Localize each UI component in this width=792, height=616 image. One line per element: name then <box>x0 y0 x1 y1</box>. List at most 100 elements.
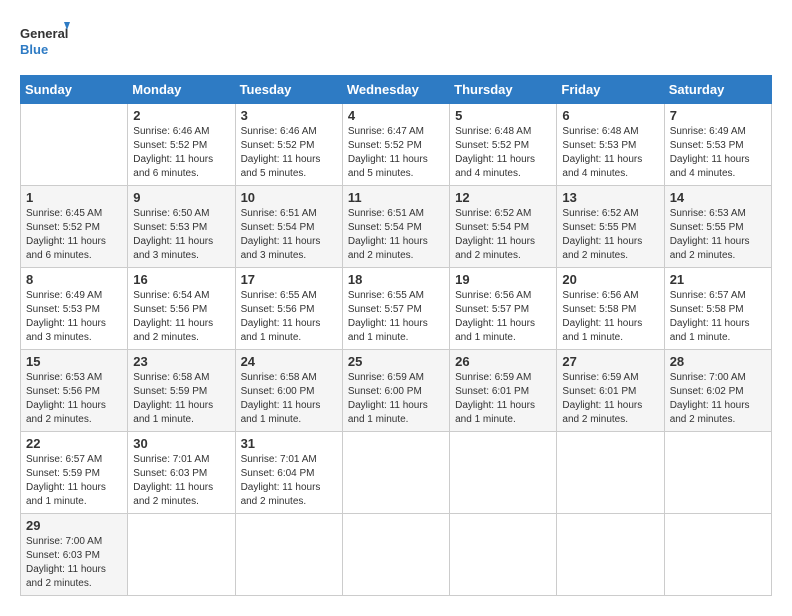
day-number: 3 <box>241 108 337 123</box>
calendar-day-cell: 7 Sunrise: 6:49 AMSunset: 5:53 PMDaylight… <box>664 104 771 186</box>
calendar-week-row: 15Sunrise: 6:53 AMSunset: 5:56 PMDayligh… <box>21 350 772 432</box>
calendar-day-cell: 24 Sunrise: 6:58 AMSunset: 6:00 PMDayligh… <box>235 350 342 432</box>
day-of-week-header: Tuesday <box>235 76 342 104</box>
day-number: 14 <box>670 190 766 205</box>
calendar-day-cell: 2 Sunrise: 6:46 AMSunset: 5:52 PMDaylight… <box>128 104 235 186</box>
calendar-day-cell: 30 Sunrise: 7:01 AMSunset: 6:03 PMDayligh… <box>128 432 235 514</box>
day-number: 20 <box>562 272 658 287</box>
calendar-day-cell: 22 Sunrise: 6:57 AMSunset: 5:59 PMDayligh… <box>21 432 128 514</box>
calendar-day-cell <box>557 514 664 596</box>
calendar-day-cell <box>664 432 771 514</box>
day-info: Sunrise: 7:00 AMSunset: 6:02 PMDaylight:… <box>670 371 766 427</box>
day-info: Sunrise: 6:49 AMSunset: 5:53 PMDaylight:… <box>670 125 766 181</box>
calendar-day-cell: 29 Sunrise: 7:00 AMSunset: 6:03 PMDayligh… <box>21 514 128 596</box>
calendar-day-cell: 27 Sunrise: 6:59 AMSunset: 6:01 PMDayligh… <box>557 350 664 432</box>
calendar-day-cell: 21Sunrise: 6:57 AMSunset: 5:58 PMDayligh… <box>664 268 771 350</box>
calendar-week-row: 29 Sunrise: 7:00 AMSunset: 6:03 PMDayligh… <box>21 514 772 596</box>
calendar-day-cell: 26 Sunrise: 6:59 AMSunset: 6:01 PMDayligh… <box>450 350 557 432</box>
calendar-day-cell: 9Sunrise: 6:50 AMSunset: 5:53 PMDaylight… <box>128 186 235 268</box>
calendar-day-cell <box>128 514 235 596</box>
calendar-day-cell: 12 Sunrise: 6:52 AMSunset: 5:54 PMDayligh… <box>450 186 557 268</box>
day-number: 15 <box>26 354 122 369</box>
day-number: 13 <box>562 190 658 205</box>
day-number: 6 <box>562 108 658 123</box>
day-number: 26 <box>455 354 551 369</box>
calendar-day-cell: 8 Sunrise: 6:49 AMSunset: 5:53 PMDaylight… <box>21 268 128 350</box>
calendar-day-cell: 31Sunrise: 7:01 AMSunset: 6:04 PMDayligh… <box>235 432 342 514</box>
logo-svg: General Blue <box>20 20 70 65</box>
calendar-day-cell: 25 Sunrise: 6:59 AMSunset: 6:00 PMDayligh… <box>342 350 449 432</box>
day-info: Sunrise: 6:48 AMSunset: 5:52 PMDaylight:… <box>455 125 551 181</box>
day-info: Sunrise: 6:57 AMSunset: 5:59 PMDaylight:… <box>26 453 122 509</box>
day-info: Sunrise: 6:58 AMSunset: 5:59 PMDaylight:… <box>133 371 229 427</box>
day-number: 24 <box>241 354 337 369</box>
day-number: 23 <box>133 354 229 369</box>
day-number: 11 <box>348 190 444 205</box>
day-info: Sunrise: 6:52 AMSunset: 5:54 PMDaylight:… <box>455 207 551 263</box>
day-info: Sunrise: 6:52 AMSunset: 5:55 PMDaylight:… <box>562 207 658 263</box>
day-info: Sunrise: 7:01 AMSunset: 6:04 PMDaylight:… <box>241 453 337 509</box>
day-info: Sunrise: 7:00 AMSunset: 6:03 PMDaylight:… <box>26 535 122 591</box>
calendar-day-cell: 4Sunrise: 6:47 AMSunset: 5:52 PMDaylight… <box>342 104 449 186</box>
day-of-week-header: Saturday <box>664 76 771 104</box>
svg-text:General: General <box>20 26 68 41</box>
calendar-day-cell: 1Sunrise: 6:45 AMSunset: 5:52 PMDaylight… <box>21 186 128 268</box>
day-info: Sunrise: 6:47 AMSunset: 5:52 PMDaylight:… <box>348 125 444 181</box>
day-number: 19 <box>455 272 551 287</box>
day-info: Sunrise: 6:51 AMSunset: 5:54 PMDaylight:… <box>348 207 444 263</box>
logo: General Blue <box>20 20 70 65</box>
calendar-week-row: 2 Sunrise: 6:46 AMSunset: 5:52 PMDaylight… <box>21 104 772 186</box>
day-info: Sunrise: 6:59 AMSunset: 6:01 PMDaylight:… <box>455 371 551 427</box>
day-info: Sunrise: 6:56 AMSunset: 5:58 PMDaylight:… <box>562 289 658 345</box>
day-number: 18 <box>348 272 444 287</box>
calendar-week-row: 1Sunrise: 6:45 AMSunset: 5:52 PMDaylight… <box>21 186 772 268</box>
calendar-day-cell: 15Sunrise: 6:53 AMSunset: 5:56 PMDayligh… <box>21 350 128 432</box>
calendar-day-cell <box>450 514 557 596</box>
calendar-week-row: 8 Sunrise: 6:49 AMSunset: 5:53 PMDaylight… <box>21 268 772 350</box>
day-info: Sunrise: 6:58 AMSunset: 6:00 PMDaylight:… <box>241 371 337 427</box>
page-header: General Blue <box>20 20 772 65</box>
calendar-day-cell <box>235 514 342 596</box>
day-of-week-header: Sunday <box>21 76 128 104</box>
day-number: 27 <box>562 354 658 369</box>
calendar-day-cell: 6 Sunrise: 6:48 AMSunset: 5:53 PMDaylight… <box>557 104 664 186</box>
calendar-day-cell: 5 Sunrise: 6:48 AMSunset: 5:52 PMDaylight… <box>450 104 557 186</box>
day-number: 10 <box>241 190 337 205</box>
day-info: Sunrise: 6:46 AMSunset: 5:52 PMDaylight:… <box>241 125 337 181</box>
day-number: 28 <box>670 354 766 369</box>
day-number: 29 <box>26 518 122 533</box>
day-info: Sunrise: 6:59 AMSunset: 6:00 PMDaylight:… <box>348 371 444 427</box>
day-number: 22 <box>26 436 122 451</box>
day-info: Sunrise: 6:55 AMSunset: 5:57 PMDaylight:… <box>348 289 444 345</box>
day-number: 16 <box>133 272 229 287</box>
day-number: 30 <box>133 436 229 451</box>
calendar-day-cell: 3 Sunrise: 6:46 AMSunset: 5:52 PMDaylight… <box>235 104 342 186</box>
day-number: 12 <box>455 190 551 205</box>
day-info: Sunrise: 6:46 AMSunset: 5:52 PMDaylight:… <box>133 125 229 181</box>
svg-text:Blue: Blue <box>20 42 48 57</box>
calendar-week-row: 22 Sunrise: 6:57 AMSunset: 5:59 PMDayligh… <box>21 432 772 514</box>
calendar-day-cell: 10 Sunrise: 6:51 AMSunset: 5:54 PMDayligh… <box>235 186 342 268</box>
day-info: Sunrise: 6:54 AMSunset: 5:56 PMDaylight:… <box>133 289 229 345</box>
calendar-table: SundayMondayTuesdayWednesdayThursdayFrid… <box>20 75 772 596</box>
day-number: 7 <box>670 108 766 123</box>
day-number: 1 <box>26 190 122 205</box>
day-number: 5 <box>455 108 551 123</box>
day-number: 8 <box>26 272 122 287</box>
calendar-day-cell: 11 Sunrise: 6:51 AMSunset: 5:54 PMDayligh… <box>342 186 449 268</box>
calendar-day-cell <box>21 104 128 186</box>
day-number: 25 <box>348 354 444 369</box>
day-of-week-header: Thursday <box>450 76 557 104</box>
calendar-day-cell: 23 Sunrise: 6:58 AMSunset: 5:59 PMDayligh… <box>128 350 235 432</box>
day-of-week-header: Wednesday <box>342 76 449 104</box>
day-info: Sunrise: 6:59 AMSunset: 6:01 PMDaylight:… <box>562 371 658 427</box>
day-info: Sunrise: 7:01 AMSunset: 6:03 PMDaylight:… <box>133 453 229 509</box>
day-info: Sunrise: 6:53 AMSunset: 5:55 PMDaylight:… <box>670 207 766 263</box>
day-info: Sunrise: 6:56 AMSunset: 5:57 PMDaylight:… <box>455 289 551 345</box>
day-of-week-header: Monday <box>128 76 235 104</box>
day-number: 2 <box>133 108 229 123</box>
day-info: Sunrise: 6:48 AMSunset: 5:53 PMDaylight:… <box>562 125 658 181</box>
day-info: Sunrise: 6:49 AMSunset: 5:53 PMDaylight:… <box>26 289 122 345</box>
day-info: Sunrise: 6:51 AMSunset: 5:54 PMDaylight:… <box>241 207 337 263</box>
calendar-day-cell: 20 Sunrise: 6:56 AMSunset: 5:58 PMDayligh… <box>557 268 664 350</box>
